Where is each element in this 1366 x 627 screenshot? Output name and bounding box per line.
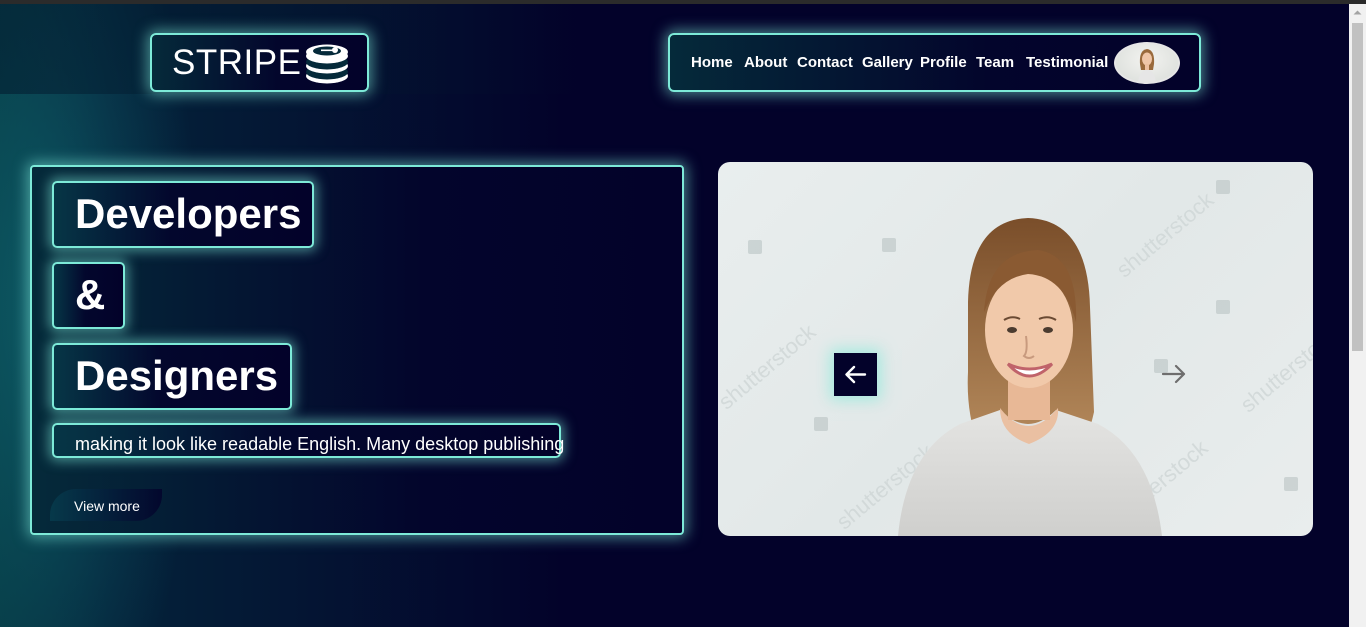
nav-contact[interactable]: Contact (797, 54, 853, 71)
main-nav: Home About Contact Gallery Profile Team … (668, 33, 1201, 92)
slider-prev-button[interactable] (834, 353, 877, 396)
nav-profile[interactable]: Profile (920, 54, 967, 71)
heading-designers: Designers (52, 343, 292, 410)
watermark-text: shutterstock (718, 318, 821, 415)
watermark-mark (814, 417, 828, 431)
nav-gallery[interactable]: Gallery (862, 54, 913, 71)
watermark-text: shutterstock (1235, 321, 1313, 418)
heading-ampersand: & (52, 262, 125, 329)
hero-description: making it look like readable English. Ma… (52, 423, 564, 458)
arrow-left-icon (845, 365, 867, 384)
avatar-portrait (1138, 49, 1156, 82)
nav-about[interactable]: About (744, 54, 787, 71)
watermark-mark (748, 240, 762, 254)
scrollbar-thumb[interactable] (1352, 23, 1363, 351)
heading-developers: Developers (52, 181, 314, 248)
nav-testimonial[interactable]: Testimonial (1026, 54, 1108, 71)
vertical-scrollbar[interactable] (1349, 4, 1366, 627)
watermark-mark (1284, 477, 1298, 491)
arrow-right-icon (1161, 364, 1186, 384)
page: STRIPE Home About Contact Gallery Profil… (0, 4, 1349, 627)
database-icon (306, 44, 348, 84)
nav-team[interactable]: Team (976, 54, 1014, 71)
nav-home[interactable]: Home (691, 54, 733, 71)
slider-next-button[interactable] (1160, 360, 1188, 388)
scroll-up-icon[interactable] (1349, 4, 1366, 21)
watermark-mark (1216, 300, 1230, 314)
profile-avatar[interactable] (1114, 42, 1180, 84)
smiling-woman-photo (898, 218, 1162, 536)
hero-card: Developers & Designers making it look li… (30, 165, 684, 535)
image-slider: shutterstock shutterstock shutterstock s… (718, 162, 1313, 536)
watermark-mark (1216, 180, 1230, 194)
logo-text: STRIPE (172, 43, 302, 82)
view-more-button[interactable]: View more (50, 489, 162, 521)
logo[interactable]: STRIPE (150, 33, 369, 92)
